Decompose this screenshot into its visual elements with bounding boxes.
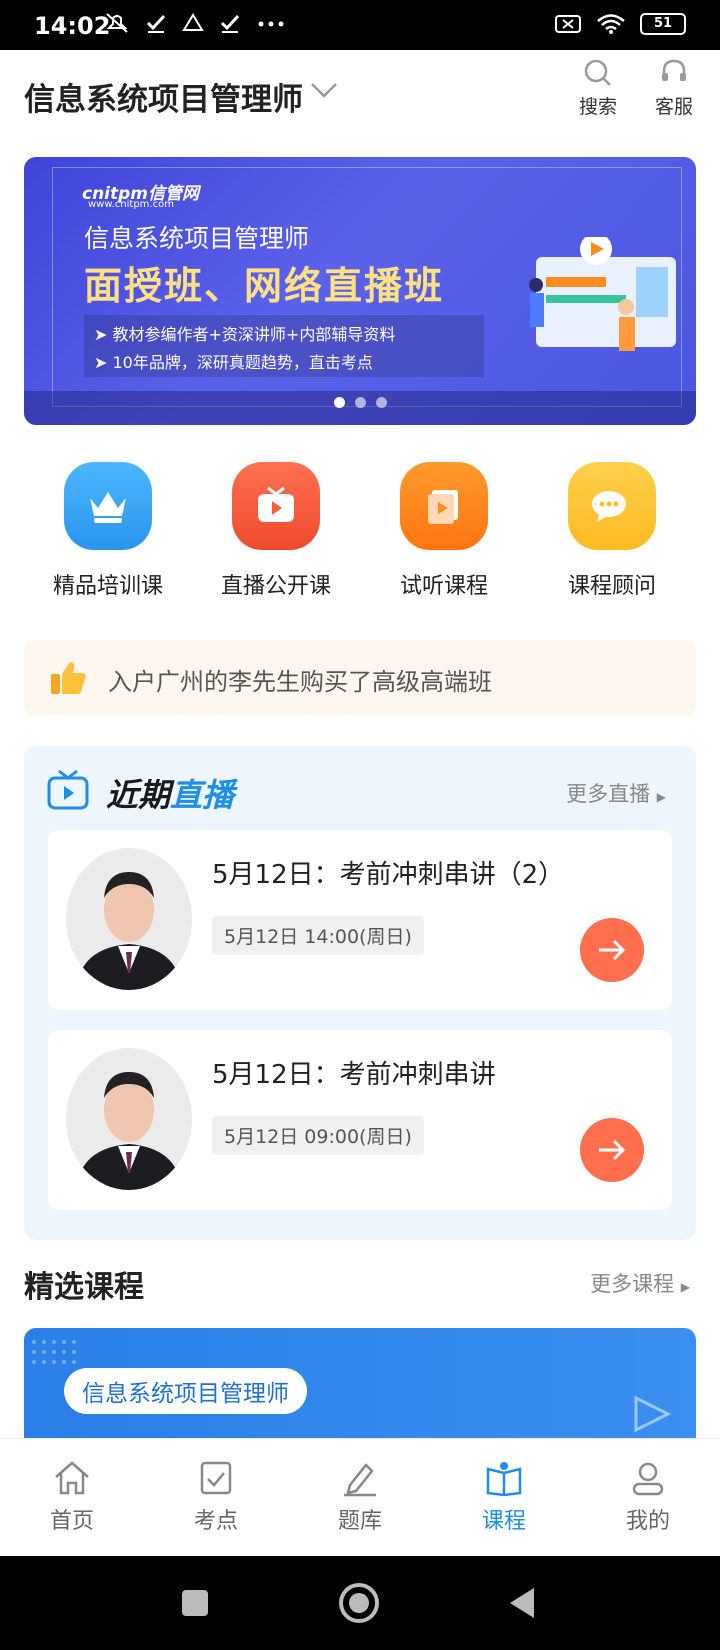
home-icon (55, 1461, 89, 1495)
enter-live-button[interactable] (580, 1118, 644, 1182)
live-title: 5月12日：考前冲刺串讲 (212, 1060, 496, 1090)
more-icon (258, 21, 284, 27)
selected-courses-title: 精选课程 (24, 1270, 144, 1305)
book-play-icon (400, 462, 488, 550)
live-card[interactable]: 5月12日：考前冲刺串讲（2） 5月12日 14:00(周日) (48, 830, 672, 1010)
checklist-icon (200, 1461, 232, 1495)
nav-label: 课程 (481, 1509, 526, 1534)
quick-entry-label: 精品培训课 (52, 574, 163, 599)
live-time: 5月12日 14:00(周日) (212, 916, 424, 955)
search-label: 搜索 (578, 96, 617, 118)
banner-subtitle: 信息系统项目管理师 (84, 224, 310, 253)
system-navigation-bar (0, 1556, 720, 1650)
nav-label: 考点 (193, 1509, 238, 1534)
nav-label: 首页 (49, 1509, 94, 1534)
chevron-down-icon[interactable] (310, 80, 338, 100)
nav-label: 我的 (625, 1509, 670, 1534)
nav-mine[interactable]: 我的 (598, 1459, 698, 1535)
chat-icon (568, 462, 656, 550)
search-icon (584, 59, 611, 86)
recent-live-section: 近期直播 更多直播 ▶ 5月12日：考前冲刺串讲（2） 5月12日 14:00(… (24, 746, 696, 1240)
notice-text: 入户广州的李先生购买了高级高端班 (108, 668, 492, 696)
nav-home[interactable]: 首页 (22, 1459, 122, 1535)
banner-dot[interactable] (375, 397, 387, 408)
course-card[interactable]: 信息系统项目管理师 (24, 1328, 696, 1438)
nav-question-bank[interactable]: 题库 (310, 1459, 410, 1535)
service-label: 客服 (654, 96, 693, 118)
status-bar: 14:02 51 (0, 0, 720, 50)
more-live-label: 更多直播 (566, 782, 651, 806)
nav-points[interactable]: 考点 (166, 1459, 266, 1535)
avatar (66, 1048, 192, 1190)
quick-entries: 精品培训课 直播公开课 试听课程 课程顾问 (0, 462, 720, 602)
quick-entry-live-class[interactable]: 直播公开课 (192, 462, 360, 600)
promo-banner[interactable]: cnitpm信管网 www.cnitpm.com 信息系统项目管理师 面授班、网… (24, 157, 696, 425)
more-courses-link[interactable]: 更多课程 ▶ (590, 1268, 690, 1298)
course-book-icon (486, 1462, 522, 1497)
sim-off-icon (555, 15, 581, 33)
live-title-b: 直播 (170, 776, 235, 814)
quick-entry-label: 课程顾问 (567, 574, 656, 599)
live-section-title: 近期直播 (106, 770, 234, 816)
check-icon (220, 14, 240, 33)
bottom-navigation: 首页 考点 题库 课程 我的 (0, 1438, 720, 1556)
user-icon (632, 1462, 664, 1496)
customer-service-button[interactable]: 客服 (644, 58, 704, 119)
wifi-icon (597, 14, 625, 34)
play-outline-icon (634, 1395, 672, 1433)
search-button[interactable]: 搜索 (568, 58, 628, 119)
banner-dot[interactable] (333, 397, 345, 408)
status-time: 14:02 (34, 12, 111, 40)
quick-entry-label: 试听课程 (399, 574, 488, 599)
nav-label: 题库 (337, 1509, 382, 1534)
purchase-notice[interactable]: 入户广州的李先生购买了高级高端班 (24, 640, 696, 716)
avatar (66, 848, 192, 990)
live-title-a: 近期 (106, 776, 171, 814)
thumbs-up-icon (51, 662, 86, 694)
check-icon (146, 14, 166, 33)
recent-apps-icon[interactable] (180, 1588, 210, 1618)
banner-dot[interactable] (354, 397, 366, 408)
edit-icon (344, 1463, 376, 1497)
chevron-right-icon: ▶ (656, 790, 666, 804)
drive-icon (182, 13, 204, 31)
arrow-right-icon (599, 939, 626, 961)
banner-bullet-2: ➤ 10年品牌，深研真题趋势，直击考点 (94, 353, 373, 372)
mute-icon (106, 13, 128, 33)
quick-entry-label: 直播公开课 (220, 574, 331, 599)
quick-entry-training[interactable]: 精品培训课 (24, 462, 192, 600)
live-title: 5月12日：考前冲刺串讲（2） (212, 860, 565, 890)
chevron-right-icon: ▶ (680, 1280, 690, 1294)
more-courses-label: 更多课程 (590, 1272, 675, 1296)
tv-icon (47, 769, 89, 810)
arrow-right-icon (599, 1139, 626, 1161)
tv-play-icon (232, 462, 320, 550)
crown-icon (64, 462, 152, 550)
quick-entry-advisor[interactable]: 课程顾问 (528, 462, 696, 600)
live-card[interactable]: 5月12日：考前冲刺串讲 5月12日 09:00(周日) (48, 1030, 672, 1210)
back-icon[interactable] (506, 1586, 536, 1620)
banner-pagination[interactable] (24, 393, 696, 417)
banner-logo-url: www.cnitpm.com (88, 199, 174, 210)
banner-bullet-1: ➤ 教材参编作者+资深讲师+内部辅导资料 (94, 325, 396, 344)
banner-headline: 面授班、网络直播班 (84, 264, 445, 308)
more-live-link[interactable]: 更多直播 ▶ (566, 778, 666, 808)
course-tag: 信息系统项目管理师 (64, 1368, 307, 1414)
presentation-illustration (529, 237, 676, 351)
quick-entry-trial[interactable]: 试听课程 (360, 462, 528, 600)
headset-icon (662, 59, 686, 81)
page-title[interactable]: 信息系统项目管理师 (24, 74, 303, 119)
live-time: 5月12日 09:00(周日) (212, 1116, 424, 1155)
notification-icons (104, 12, 286, 40)
enter-live-button[interactable] (580, 918, 644, 982)
battery-indicator: 51 (640, 13, 686, 35)
nav-courses[interactable]: 课程 (454, 1459, 554, 1535)
home-circle-icon[interactable] (338, 1582, 380, 1624)
